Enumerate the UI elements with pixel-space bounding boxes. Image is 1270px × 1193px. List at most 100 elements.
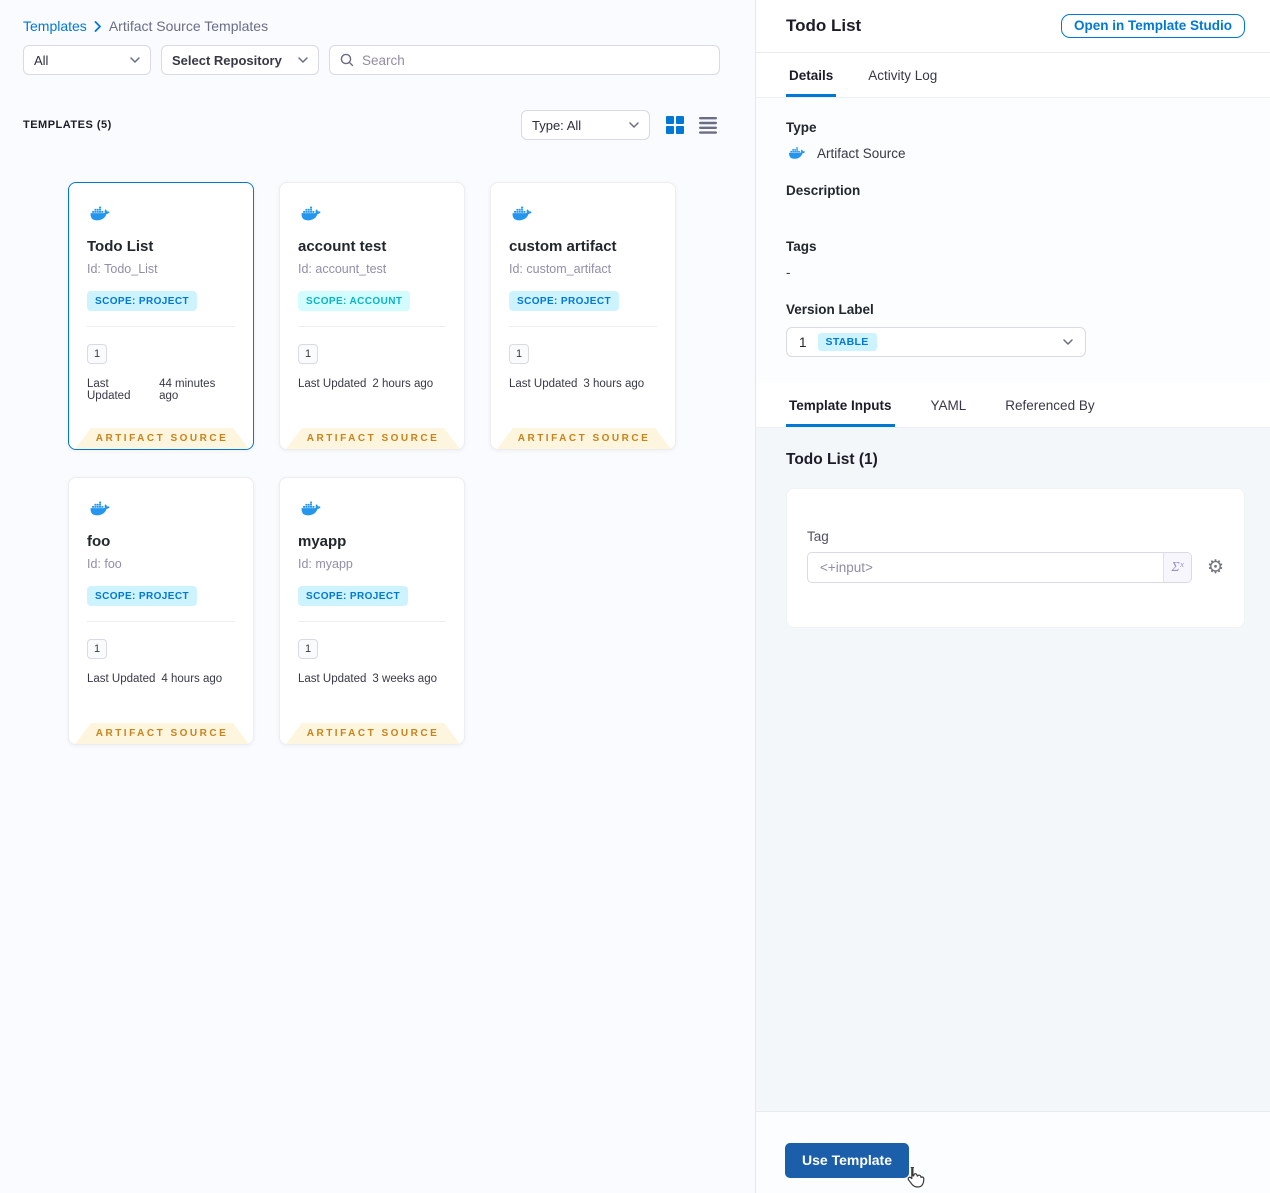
version-count-badge: 1 [298,639,318,659]
repository-filter-select[interactable]: Select Repository [161,45,319,75]
panel-header: Todo List Open in Template Studio [756,0,1270,53]
grid-view-icon[interactable] [665,115,685,135]
tab-referenced-by[interactable]: Referenced By [1002,383,1097,427]
tab-activity-log[interactable]: Activity Log [865,53,940,97]
use-template-button[interactable]: Use Template [785,1143,909,1178]
tags-value: - [786,265,791,280]
breadcrumb-current: Artifact Source Templates [108,18,269,34]
card-id: Id: Todo_List [87,262,158,276]
template-details-panel: Todo List Open in Template Studio Detail… [756,0,1270,1193]
last-updated-label: Last Updated [298,378,367,390]
card-id: Id: custom_artifact [509,262,612,276]
scope-badge: SCOPE: PROJECT [298,586,408,606]
stable-badge: STABLE [817,333,877,351]
tab-details[interactable]: Details [786,53,837,97]
open-in-template-studio-button[interactable]: Open in Template Studio [1060,14,1245,38]
chevron-down-icon [629,122,639,128]
card-id: Id: foo [87,557,122,571]
tag-label: Tag [807,529,829,544]
template-card-custom-artifact[interactable]: custom artifact Id: custom_artifact SCOP… [490,182,676,450]
tags-label: Tags [786,239,817,254]
template-card-account-test[interactable]: account test Id: account_test SCOPE: ACC… [279,182,465,450]
last-updated-label: Last Updated [298,673,367,685]
last-updated-label: Last Updated [87,673,156,685]
breadcrumb-templates-link[interactable]: Templates [23,18,87,34]
template-card-myapp[interactable]: myapp Id: myapp SCOPE: PROJECT 1 Last Up… [279,477,465,745]
search-input[interactable] [362,52,709,68]
card-name: custom artifact [509,238,617,255]
scope-badge: SCOPE: PROJECT [87,291,197,311]
tag-input[interactable] [808,553,1163,582]
description-label: Description [786,183,861,198]
inputs-tabs: Template Inputs YAML Referenced By [756,383,1270,428]
breadcrumb: Templates Artifact Source Templates [0,0,755,34]
scope-filter-value: All [34,52,49,68]
panel-footer: Use Template [756,1111,1270,1193]
chevron-down-icon [130,57,140,63]
scope-badge: SCOPE: PROJECT [509,291,619,311]
details-section: Type Artifact Source Description Tags - … [756,98,1270,383]
type-value: Artifact Source [817,145,906,161]
version-count-badge: 1 [298,344,318,364]
breadcrumb-chevron-icon [94,20,101,32]
tab-yaml[interactable]: YAML [928,383,970,427]
inputs-heading: Todo List (1) [786,451,878,468]
docker-icon [786,145,808,161]
version-label: Version Label [786,302,874,317]
type-filter-select[interactable]: Type: All [521,110,650,140]
template-card-todo-list[interactable]: Todo List Id: Todo_List SCOPE: PROJECT 1… [68,182,254,450]
card-name: Todo List [87,238,154,255]
filter-row: All Select Repository [23,45,720,75]
card-divider [509,326,657,327]
last-updated-label: Last Updated [509,378,578,390]
tab-template-inputs[interactable]: Template Inputs [786,383,895,427]
docker-icon [298,204,324,223]
tag-input-wrap: Σˣ [807,552,1192,583]
docker-icon [87,204,113,223]
type-filter-value: Type: All [532,117,582,133]
repository-filter-value: Select Repository [172,52,282,68]
template-cards-grid: Todo List Id: Todo_List SCOPE: PROJECT 1… [68,182,755,745]
expression-sigma-button[interactable]: Σˣ [1162,553,1191,582]
list-view-icon[interactable] [698,116,718,134]
last-updated-value: 3 hours ago [583,378,645,390]
docker-icon [298,499,324,518]
panel-title: Todo List [786,16,862,35]
card-divider [87,621,235,622]
version-count-badge: 1 [87,344,107,364]
search-box [329,45,720,75]
docker-icon [509,204,535,223]
artifact-source-ribbon: ARTIFACT SOURCE [286,428,460,449]
card-divider [298,326,446,327]
artifact-source-ribbon: ARTIFACT SOURCE [286,723,460,744]
scope-badge: SCOPE: PROJECT [87,586,197,606]
template-card-foo[interactable]: foo Id: foo SCOPE: PROJECT 1 Last Update… [68,477,254,745]
scope-badge: SCOPE: ACCOUNT [298,291,411,311]
last-updated-value: 44 minutes ago [159,378,216,402]
docker-icon [87,499,113,518]
templates-list-panel: Templates Artifact Source Templates All … [0,0,756,1193]
card-name: foo [87,533,111,550]
artifact-source-ribbon: ARTIFACT SOURCE [75,428,249,449]
card-name: account test [298,238,387,255]
template-inputs-area: Todo List (1) Tag Σˣ ⚙ [756,428,1270,1111]
card-divider [87,326,235,327]
list-header: TEMPLATES (5) Type: All [23,110,718,140]
type-label: Type [786,120,817,135]
scope-filter-select[interactable]: All [23,45,151,75]
chevron-down-icon [298,57,308,63]
gear-icon[interactable]: ⚙ [1207,558,1224,577]
search-icon [340,53,354,67]
last-updated-value: 4 hours ago [161,673,223,685]
version-count-badge: 1 [87,639,107,659]
version-select[interactable]: 1 STABLE [786,327,1086,357]
view-toggle [665,115,718,135]
chevron-down-icon [1063,339,1073,345]
card-id: Id: account_test [298,262,387,276]
last-updated-value: 3 weeks ago [372,673,437,685]
version-value: 1 [799,334,807,350]
card-name: myapp [298,533,347,550]
last-updated-value: 2 hours ago [372,378,434,390]
tag-input-card: Tag Σˣ ⚙ [786,488,1245,628]
artifact-source-ribbon: ARTIFACT SOURCE [497,428,671,449]
